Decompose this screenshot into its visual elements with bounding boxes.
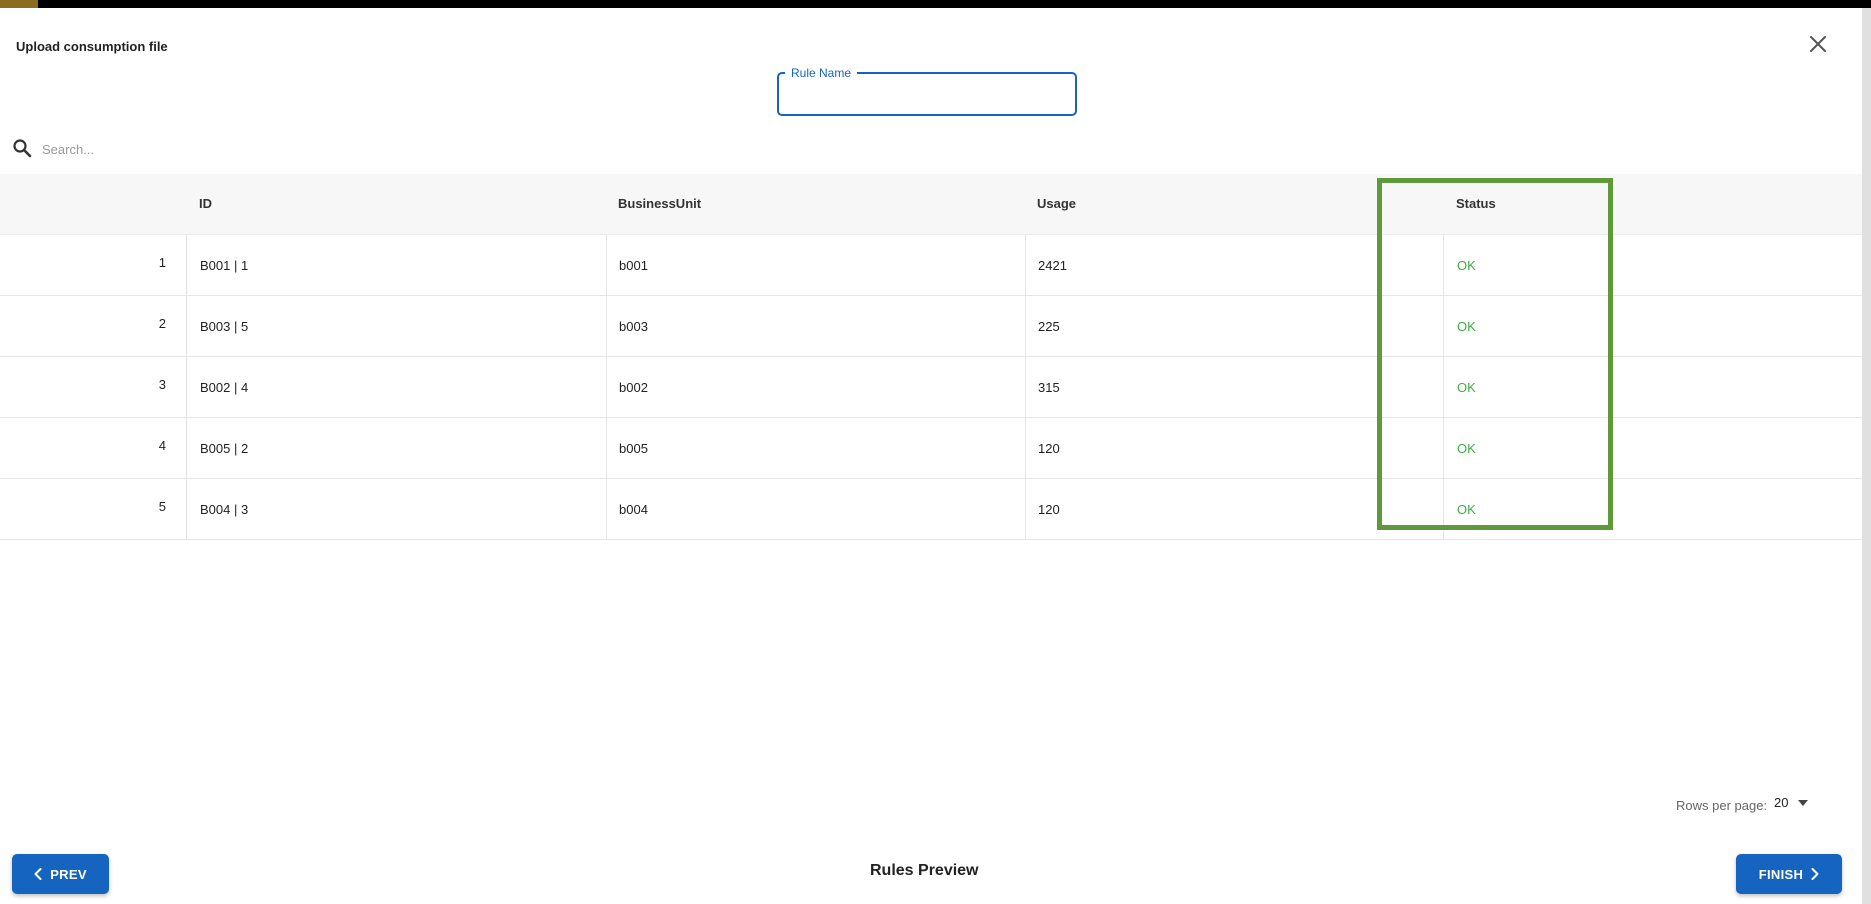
cell-status: OK bbox=[1457, 258, 1476, 273]
cell-status: OK bbox=[1457, 380, 1476, 395]
caret-down-icon bbox=[1798, 799, 1809, 806]
column-divider bbox=[606, 296, 607, 356]
cell-business-unit: b004 bbox=[619, 502, 648, 517]
cell-id: B001 | 1 bbox=[200, 258, 249, 273]
top-bar-accent bbox=[0, 0, 38, 8]
row-number: 1 bbox=[0, 235, 187, 295]
column-divider bbox=[1025, 418, 1026, 478]
cell-id: B004 | 3 bbox=[200, 502, 249, 517]
cell-id: B003 | 5 bbox=[200, 319, 249, 334]
table-row[interactable]: 5 B004 | 3 b004 120 OK bbox=[0, 479, 1862, 540]
cell-usage: 2421 bbox=[1038, 258, 1067, 273]
search-icon bbox=[13, 139, 32, 158]
cell-usage: 225 bbox=[1038, 319, 1060, 334]
app-top-bar bbox=[0, 0, 1871, 8]
table-row[interactable]: 1 B001 | 1 b001 2421 OK bbox=[0, 235, 1862, 296]
column-divider bbox=[1443, 418, 1444, 478]
finish-button[interactable]: FINISH bbox=[1736, 854, 1842, 894]
cell-usage: 315 bbox=[1038, 380, 1060, 395]
row-number: 3 bbox=[0, 357, 187, 417]
column-divider bbox=[606, 479, 607, 539]
column-divider bbox=[1443, 235, 1444, 295]
rows-per-page-value: 20 bbox=[1774, 795, 1789, 810]
cell-usage: 120 bbox=[1038, 502, 1060, 517]
row-number: 4 bbox=[0, 418, 187, 478]
cell-status: OK bbox=[1457, 441, 1476, 456]
column-divider bbox=[1443, 357, 1444, 417]
column-divider bbox=[1025, 296, 1026, 356]
footer-title: Rules Preview bbox=[870, 862, 979, 879]
column-divider bbox=[606, 357, 607, 417]
cell-status: OK bbox=[1457, 319, 1476, 334]
column-header-status[interactable]: Status bbox=[1456, 174, 1496, 234]
cell-business-unit: b003 bbox=[619, 319, 648, 334]
column-divider bbox=[606, 418, 607, 478]
column-divider bbox=[1025, 479, 1026, 539]
cell-business-unit: b001 bbox=[619, 258, 648, 273]
column-divider bbox=[1025, 357, 1026, 417]
cell-business-unit: b005 bbox=[619, 441, 648, 456]
chevron-left-icon bbox=[34, 868, 42, 880]
chevron-right-icon bbox=[1811, 868, 1819, 880]
prev-button[interactable]: PREV bbox=[12, 854, 109, 894]
cell-status: OK bbox=[1457, 502, 1476, 517]
table-row[interactable]: 3 B002 | 4 b002 315 OK bbox=[0, 357, 1862, 418]
modal-title: Upload consumption file bbox=[16, 39, 168, 54]
cell-usage: 120 bbox=[1038, 441, 1060, 456]
search-input[interactable] bbox=[40, 137, 444, 161]
close-icon bbox=[1810, 36, 1826, 52]
row-number: 5 bbox=[0, 479, 187, 539]
column-header-business-unit[interactable]: BusinessUnit bbox=[618, 174, 701, 234]
column-header-usage[interactable]: Usage bbox=[1037, 174, 1076, 234]
cell-business-unit: b002 bbox=[619, 380, 648, 395]
rows-per-page-select[interactable]: 20 bbox=[1774, 795, 1809, 810]
column-divider bbox=[606, 235, 607, 295]
finish-button-label: FINISH bbox=[1758, 866, 1804, 882]
table-header: ID BusinessUnit Usage Status bbox=[0, 174, 1862, 235]
column-divider bbox=[1443, 479, 1444, 539]
prev-button-label: PREV bbox=[50, 866, 87, 882]
rule-name-input[interactable] bbox=[779, 74, 1075, 114]
close-button[interactable] bbox=[1802, 28, 1834, 60]
table-row[interactable]: 2 B003 | 5 b003 225 OK bbox=[0, 296, 1862, 357]
preview-table: ID BusinessUnit Usage Status 1 B001 | 1 … bbox=[0, 174, 1862, 540]
rows-per-page-label: Rows per page: bbox=[1676, 798, 1768, 813]
column-divider bbox=[1443, 296, 1444, 356]
cell-id: B002 | 4 bbox=[200, 380, 249, 395]
rule-name-label: Rule Name bbox=[785, 66, 858, 80]
row-number: 2 bbox=[0, 296, 187, 356]
column-divider bbox=[1025, 235, 1026, 295]
column-header-id[interactable]: ID bbox=[199, 174, 212, 234]
cell-id: B005 | 2 bbox=[200, 441, 249, 456]
table-row[interactable]: 4 B005 | 2 b005 120 OK bbox=[0, 418, 1862, 479]
page-scrollbar[interactable] bbox=[1862, 8, 1871, 904]
